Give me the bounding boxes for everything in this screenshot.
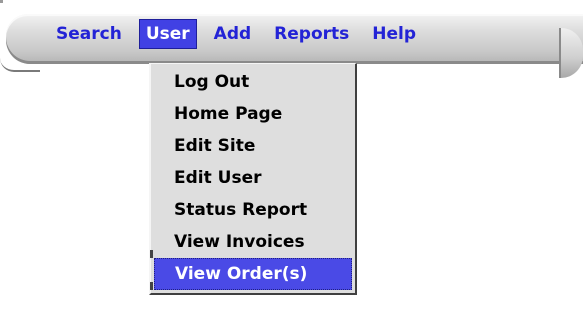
- menu-user[interactable]: User: [138, 19, 197, 49]
- corner-mark: [0, 0, 3, 3]
- dropdown-item-status-report[interactable]: Status Report: [154, 194, 352, 226]
- menu-reports[interactable]: Reports: [268, 20, 355, 48]
- menu-help[interactable]: Help: [366, 20, 422, 48]
- menu-bar-items: Search User Add Reports Help: [50, 19, 433, 49]
- dropdown-item-view-orders[interactable]: View Order(s): [154, 258, 352, 290]
- user-dropdown-menu: Log Out Home Page Edit Site Edit User St…: [149, 63, 357, 295]
- menu-search[interactable]: Search: [50, 20, 128, 48]
- menu-bar-end-cap: [559, 28, 583, 78]
- dropdown-item-log-out[interactable]: Log Out: [154, 66, 352, 98]
- dropdown-item-home-page[interactable]: Home Page: [154, 98, 352, 130]
- menu-add[interactable]: Add: [208, 20, 258, 48]
- divider-stub: [150, 282, 153, 290]
- menu-bar-curl: [0, 58, 40, 72]
- dropdown-item-edit-user[interactable]: Edit User: [154, 162, 352, 194]
- dropdown-item-view-invoices[interactable]: View Invoices: [154, 226, 352, 258]
- divider-stub: [150, 250, 153, 258]
- dropdown-item-edit-site[interactable]: Edit Site: [154, 130, 352, 162]
